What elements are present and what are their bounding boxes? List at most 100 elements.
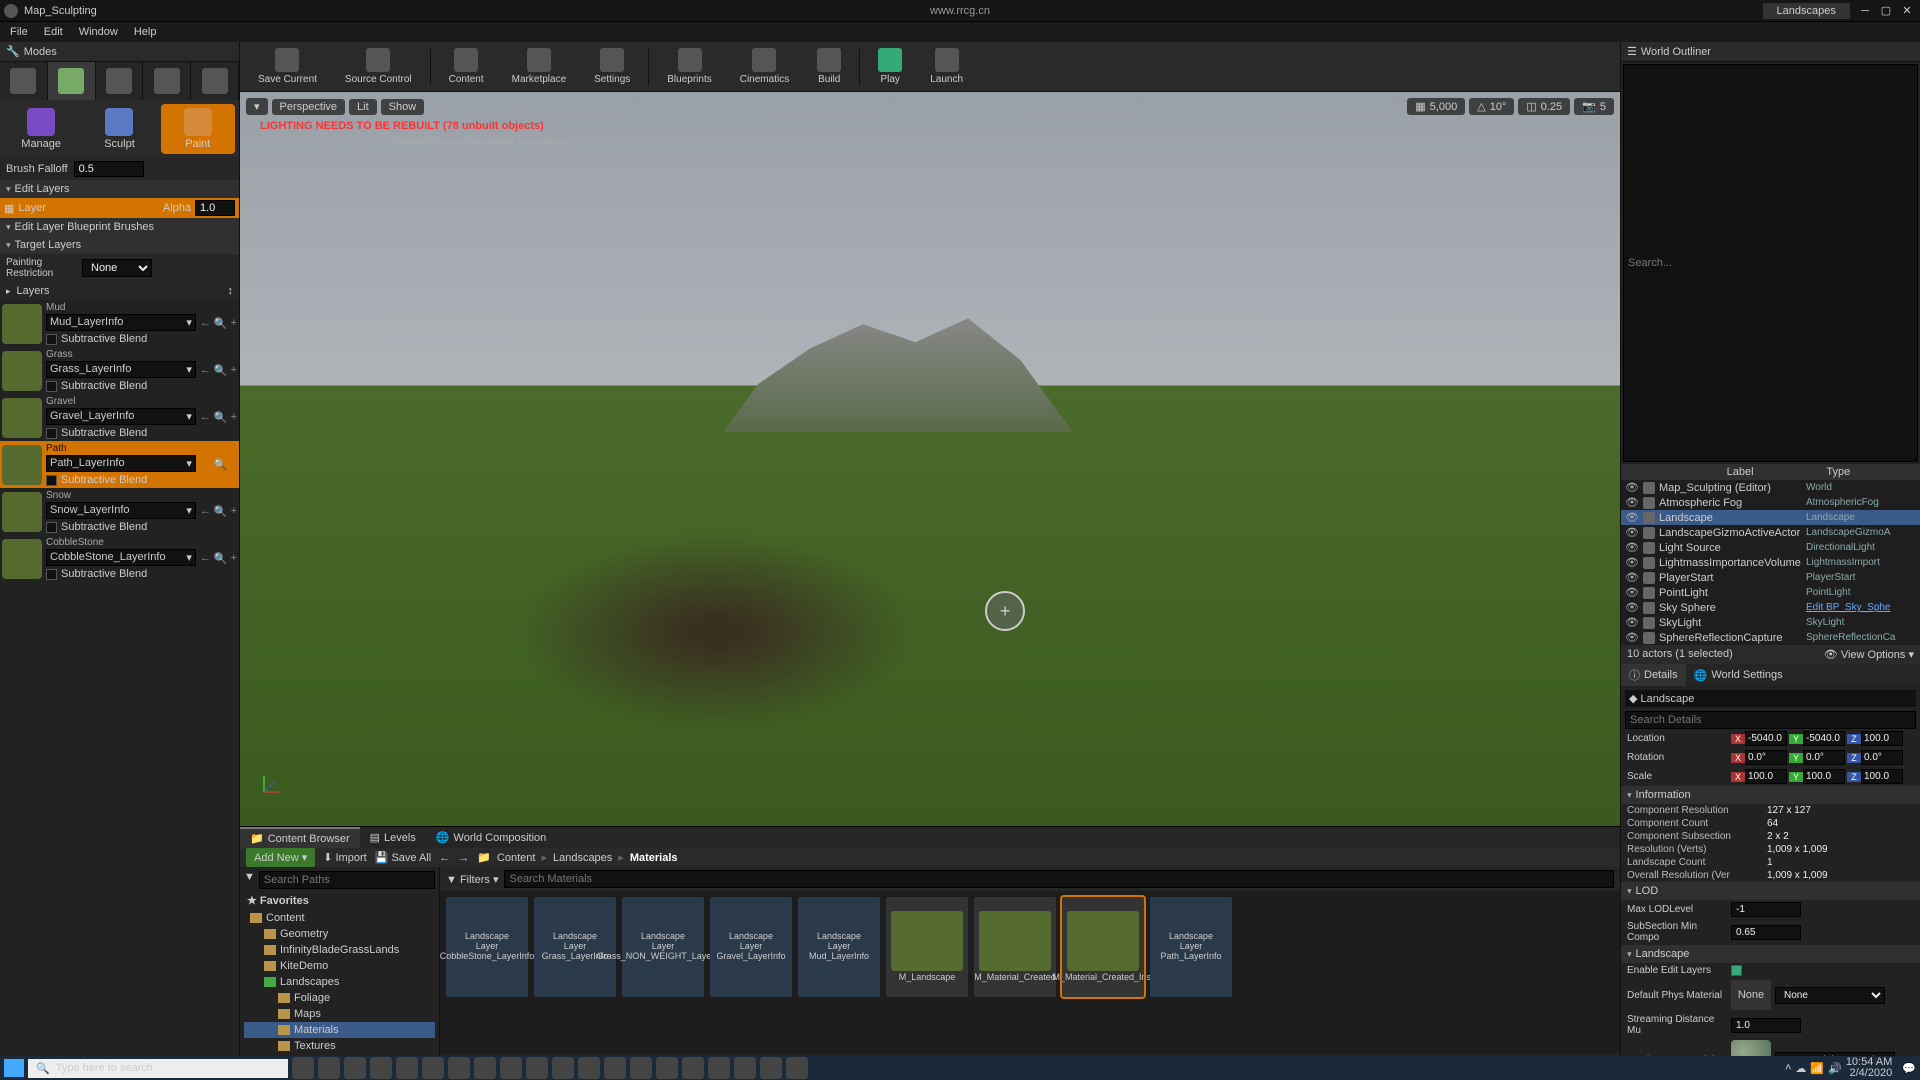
outliner-row[interactable]: 👁 PlayerStart PlayerStart <box>1621 570 1920 585</box>
phys-thumb[interactable]: None <box>1731 980 1771 1010</box>
task-ue-icon[interactable] <box>786 1057 808 1079</box>
location-x[interactable] <box>1745 731 1787 746</box>
visibility-icon[interactable]: 👁 <box>1625 556 1639 569</box>
lit-dropdown[interactable]: Lit <box>349 99 377 115</box>
col-label[interactable]: Label <box>1721 464 1821 480</box>
snap-rotation[interactable]: △ 10° <box>1469 98 1514 115</box>
scale-y[interactable] <box>1803 769 1845 784</box>
layer-info-dropdown[interactable]: Grass_LayerInfo▾ <box>46 361 196 378</box>
sculpt-button[interactable]: Sculpt <box>82 104 156 154</box>
folder-landscapes[interactable]: Landscapes <box>244 974 435 990</box>
task-chrome-icon[interactable] <box>370 1057 392 1079</box>
mode-brush[interactable] <box>143 62 191 100</box>
layer-add-icon[interactable]: + <box>231 364 237 377</box>
edit-brushes-head[interactable]: Edit Layer Blueprint Brushes <box>0 218 239 236</box>
outliner-row[interactable]: 👁 SphereReflectionCapture SphereReflecti… <box>1621 630 1920 645</box>
information-head[interactable]: Information <box>1621 786 1920 804</box>
task-pr-icon[interactable] <box>552 1057 574 1079</box>
layer-find-icon[interactable]: 🔍 <box>214 505 228 518</box>
outliner-row[interactable]: 👁 LightmassImportanceVolume LightmassImp… <box>1621 555 1920 570</box>
minimize-icon[interactable]: ─ <box>1856 5 1874 17</box>
actor-name-field[interactable]: ◆ Landscape <box>1625 690 1916 707</box>
task-view-icon[interactable] <box>318 1057 340 1079</box>
folder-maps[interactable]: Maps <box>244 1006 435 1022</box>
rotation-y[interactable] <box>1803 750 1845 765</box>
task-app4-icon[interactable] <box>500 1057 522 1079</box>
settings-button[interactable]: Settings <box>584 46 640 87</box>
task-app7-icon[interactable] <box>760 1057 782 1079</box>
windows-search[interactable]: 🔍Type here to search <box>28 1059 288 1078</box>
paint-button[interactable]: Paint <box>161 104 235 154</box>
visibility-icon[interactable]: 👁 <box>1625 616 1639 629</box>
asset-cobblestone_layerinfo[interactable]: LandscapeLayer CobbleStone_LayerInfo <box>446 897 528 997</box>
folder-geometry[interactable]: Geometry <box>244 926 435 942</box>
close-icon[interactable]: ✕ <box>1898 4 1916 17</box>
marketplace-button[interactable]: Marketplace <box>502 46 576 87</box>
snap-location[interactable]: ▦ 5,000 <box>1407 98 1465 115</box>
folder-kitedemo[interactable]: KiteDemo <box>244 958 435 974</box>
rotation-x[interactable] <box>1745 750 1787 765</box>
layer-find-icon[interactable]: 🔍 <box>214 458 228 471</box>
layer-back-icon[interactable]: ← <box>200 552 211 565</box>
folder-foliage[interactable]: Foliage <box>244 990 435 1006</box>
layer-add-icon[interactable]: + <box>231 505 237 518</box>
asset-m_material_created[interactable]: M_Material_Created <box>974 897 1056 997</box>
subsection-min-input[interactable] <box>1731 925 1801 940</box>
layer-back-icon[interactable]: ← <box>200 411 211 424</box>
task-outlook-icon[interactable] <box>734 1057 756 1079</box>
layer-add-icon[interactable]: + <box>231 317 237 330</box>
target-layers-head[interactable]: Target Layers <box>0 236 239 254</box>
manage-button[interactable]: Manage <box>4 104 78 154</box>
subtractive-checkbox[interactable] <box>46 475 57 486</box>
rotation-z[interactable] <box>1861 750 1903 765</box>
filters-button[interactable]: ▼ Filters ▾ <box>446 873 498 886</box>
task-edge-icon[interactable] <box>344 1057 366 1079</box>
task-settings-icon[interactable] <box>396 1057 418 1079</box>
folder-textures[interactable]: Textures <box>244 1038 435 1054</box>
cinematics-button[interactable]: Cinematics <box>730 46 799 87</box>
task-cortana-icon[interactable] <box>292 1057 314 1079</box>
subtractive-checkbox[interactable] <box>46 334 57 345</box>
mode-place[interactable] <box>0 62 48 100</box>
tray-volume-icon[interactable]: 🔊 <box>1828 1062 1842 1075</box>
scale-z[interactable] <box>1861 769 1903 784</box>
visibility-icon[interactable]: 👁 <box>1625 571 1639 584</box>
layer-entry-cobblestone[interactable]: CobbleStone CobbleStone_LayerInfo▾ Subtr… <box>0 535 239 582</box>
task-app-icon[interactable] <box>422 1057 444 1079</box>
subtractive-checkbox[interactable] <box>46 522 57 533</box>
visibility-icon[interactable]: 👁 <box>1625 601 1639 614</box>
folder-infinitybladegrasslands[interactable]: InfinityBladeGrassLands <box>244 942 435 958</box>
layer-add-icon[interactable]: + <box>231 458 237 471</box>
subtractive-checkbox[interactable] <box>46 428 57 439</box>
show-dropdown[interactable]: Show <box>381 99 425 115</box>
maximize-icon[interactable]: ▢ <box>1877 4 1895 17</box>
add-new-button[interactable]: Add New ▾ <box>246 848 315 867</box>
mode-geometry[interactable] <box>191 62 239 100</box>
blueprints-button[interactable]: Blueprints <box>657 46 721 87</box>
phys-material-dropdown[interactable]: None <box>1775 987 1885 1004</box>
perspective-dropdown[interactable]: Perspective <box>272 99 345 115</box>
snap-scale[interactable]: ◫ 0.25 <box>1518 98 1570 115</box>
outliner-row[interactable]: 👁 SkyLight SkyLight <box>1621 615 1920 630</box>
layer-back-icon[interactable]: ← <box>200 505 211 518</box>
favorites-header[interactable]: ★ Favorites <box>244 891 435 910</box>
layer-add-icon[interactable]: + <box>231 411 237 424</box>
location-y[interactable] <box>1803 731 1845 746</box>
task-ps-icon[interactable] <box>578 1057 600 1079</box>
layer-entry-grass[interactable]: Grass Grass_LayerInfo▾ Subtractive Blend… <box>0 347 239 394</box>
layer-entry-mud[interactable]: Mud Mud_LayerInfo▾ Subtractive Blend ← 🔍… <box>0 300 239 347</box>
start-button[interactable] <box>4 1059 24 1077</box>
save-all-button[interactable]: 💾 Save All <box>375 851 432 864</box>
tray-cloud-icon[interactable]: ☁ <box>1795 1062 1806 1075</box>
task-app5-icon[interactable] <box>630 1057 652 1079</box>
col-type[interactable]: Type <box>1820 464 1920 480</box>
folder-materials[interactable]: Materials <box>244 1022 435 1038</box>
save-current-button[interactable]: Save Current <box>248 46 327 87</box>
edit-layers-head[interactable]: Edit Layers <box>0 180 239 198</box>
outliner-search[interactable] <box>1623 64 1918 462</box>
material-thumb[interactable] <box>1731 1040 1771 1056</box>
subtractive-checkbox[interactable] <box>46 381 57 392</box>
visibility-icon[interactable]: 👁 <box>1625 496 1639 509</box>
lod-head[interactable]: LOD <box>1621 882 1920 900</box>
visibility-icon[interactable]: 👁 <box>1625 526 1639 539</box>
